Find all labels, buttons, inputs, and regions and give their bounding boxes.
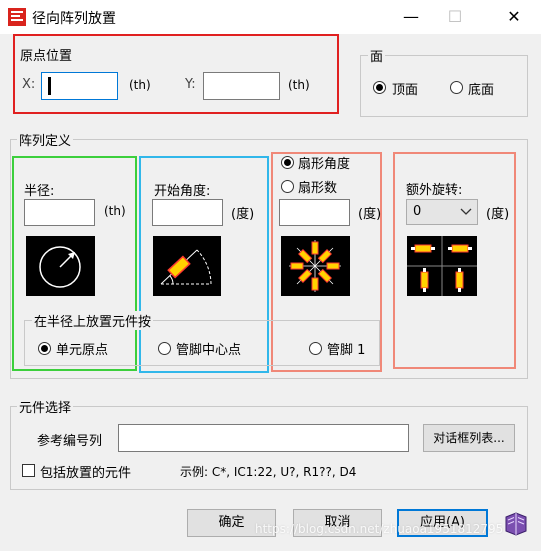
radius-input[interactable] (24, 199, 95, 226)
dialog-list-button[interactable]: 对话框列表... (423, 424, 515, 452)
sector-count-radio[interactable] (281, 180, 294, 193)
radius-diagram-icon (26, 236, 95, 296)
sector-unit: (度) (358, 207, 382, 222)
rotation-label: 额外旋转: (406, 183, 463, 198)
array-def-group-label: 阵列定义 (17, 130, 74, 149)
origin-group-label: 原点位置 (20, 49, 73, 64)
minimize-button[interactable]: — (400, 6, 422, 28)
include-placed-label[interactable]: 包括放置的元件 (40, 462, 131, 481)
title-bar: 径向阵列放置 — ☐ ✕ (0, 0, 541, 34)
y-unit: (th) (288, 78, 310, 92)
start-angle-unit: (度) (231, 207, 255, 222)
component-group-label: 元件选择 (17, 397, 74, 416)
radius-unit: (th) (104, 204, 126, 218)
close-button[interactable]: ✕ (503, 6, 525, 28)
rotation-select-value: 0 (413, 204, 422, 219)
app-icon (8, 8, 26, 26)
y-input[interactable] (203, 72, 280, 100)
face-top-radio[interactable] (373, 81, 386, 94)
place-pin1-radio[interactable] (309, 342, 322, 355)
face-bottom-radio[interactable] (450, 81, 463, 94)
sector-angle-radio[interactable] (281, 156, 294, 169)
window-title: 径向阵列放置 (32, 11, 116, 27)
y-label: Y: (185, 77, 196, 92)
watermark-text: https://blog.csdn.net/zhuaoa1951812795 (255, 522, 504, 536)
radius-label: 半径: (24, 184, 55, 199)
sector-angle-label[interactable]: 扇形角度 (298, 153, 350, 172)
sector-diagram-icon (281, 236, 350, 296)
face-group-label: 面 (368, 46, 386, 65)
place-on-radius-label: 在半径上放置元件按 (32, 311, 154, 330)
sector-count-label[interactable]: 扇形数 (298, 177, 337, 196)
sector-input[interactable] (279, 199, 350, 226)
place-pin-center-radio[interactable] (158, 342, 171, 355)
rotation-diagram-icon (407, 236, 477, 296)
maximize-button[interactable]: ☐ (444, 6, 466, 28)
face-bottom-label[interactable]: 底面 (468, 79, 494, 98)
x-unit: (th) (129, 78, 151, 92)
start-angle-diagram-icon (153, 236, 221, 296)
x-label: X: (22, 77, 36, 92)
start-angle-input[interactable] (152, 199, 223, 226)
example-text: 示例: C*, IC1:22, U?, R1??, D4 (180, 465, 357, 479)
place-unit-origin-label[interactable]: 单元原点 (56, 339, 108, 358)
place-unit-origin-radio[interactable] (38, 342, 51, 355)
place-pin-center-label[interactable]: 管脚中心点 (176, 339, 241, 358)
place-pin1-label[interactable]: 管脚 1 (327, 339, 365, 358)
face-top-label[interactable]: 顶面 (392, 79, 418, 98)
rotation-select[interactable]: 0 (406, 199, 478, 225)
help-book-icon[interactable] (502, 509, 530, 537)
text-caret (48, 77, 51, 95)
start-angle-label: 开始角度: (154, 184, 211, 199)
x-input[interactable] (41, 72, 118, 100)
chevron-down-icon (459, 202, 473, 226)
include-placed-checkbox[interactable] (22, 464, 35, 477)
rotation-unit: (度) (486, 207, 510, 222)
refdes-label: 参考编号列 (37, 434, 103, 449)
refdes-input[interactable] (118, 424, 409, 452)
